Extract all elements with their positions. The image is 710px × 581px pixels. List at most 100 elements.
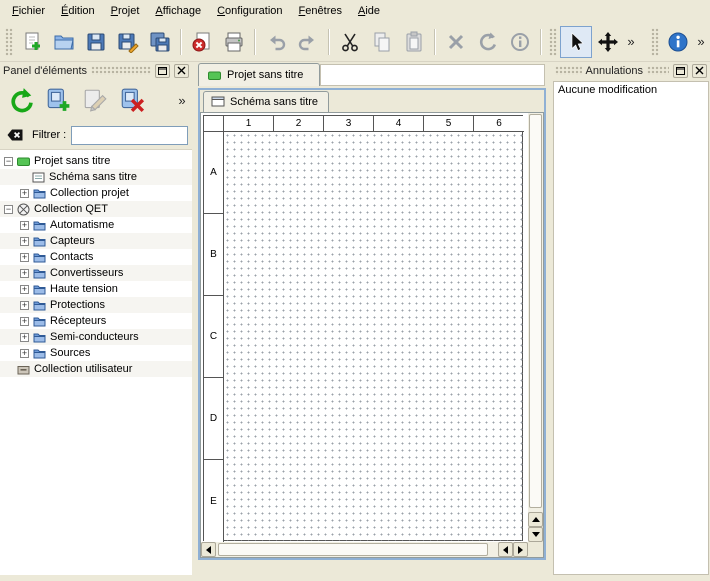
tree-item-contacts[interactable]: Contacts (0, 249, 192, 265)
panel-toolbar-overflow-icon[interactable] (175, 93, 189, 108)
float-dock-button[interactable] (155, 64, 170, 78)
tree-item-automatisme[interactable]: Automatisme (0, 217, 192, 233)
dock-drag-handle[interactable] (91, 66, 151, 75)
toolbar-extension-icon[interactable] (694, 34, 708, 49)
undo-dock-titlebar[interactable]: Annulations (552, 62, 710, 79)
save-as-button[interactable] (112, 26, 144, 58)
tree-item-capteurs[interactable]: Capteurs (0, 233, 192, 249)
tab-schema-sans-titre[interactable]: Schéma sans titre (203, 91, 329, 112)
up-arrow-icon (532, 517, 540, 522)
horizontal-scrollbar[interactable] (201, 542, 528, 557)
expand-expander-icon[interactable] (20, 269, 29, 278)
diagram-grid-canvas[interactable] (224, 132, 523, 541)
mdi-area: Schéma sans titre 1 2 3 4 5 6 (194, 86, 550, 581)
cut-button[interactable] (334, 26, 366, 58)
expand-expander-icon[interactable] (20, 333, 29, 342)
expand-expander-icon[interactable] (20, 237, 29, 246)
menu-configuration[interactable]: Configuration (209, 1, 290, 21)
tree-item-semi-conducteurs[interactable]: Semi-conducteurs (0, 329, 192, 345)
collapse-expander-icon[interactable] (4, 205, 13, 214)
scroll-left-button-2[interactable] (498, 542, 513, 557)
column-header: 4 (374, 116, 424, 132)
elements-tree: Projet sans titre Schéma sans titre Coll… (0, 149, 192, 575)
move-mode-button[interactable] (592, 26, 624, 58)
toolbar-handle[interactable] (5, 28, 13, 56)
tab-projet-sans-titre[interactable]: Projet sans titre (198, 63, 320, 86)
main-toolbar (0, 22, 710, 62)
print-button[interactable] (218, 26, 250, 58)
expand-expander-icon[interactable] (20, 349, 29, 358)
expand-expander-icon[interactable] (20, 285, 29, 294)
expand-expander-icon[interactable] (20, 301, 29, 310)
expand-expander-icon[interactable] (20, 253, 29, 262)
open-file-button[interactable] (48, 26, 80, 58)
tree-item-haute-tension[interactable]: Haute tension (0, 281, 192, 297)
save-all-icon (149, 31, 171, 53)
tree-item-schema-sans-titre[interactable]: Schéma sans titre (0, 169, 192, 185)
project-area: Projet sans titre Schéma sans titre 1 (194, 62, 550, 581)
vertical-scrollbar[interactable] (528, 113, 543, 542)
select-mode-button[interactable] (560, 26, 592, 58)
delete-element-button[interactable] (114, 82, 150, 118)
user-collection-icon (17, 363, 30, 376)
close-dock-button[interactable] (692, 64, 707, 78)
save-button[interactable] (80, 26, 112, 58)
dock-drag-handle[interactable] (647, 66, 669, 75)
tree-item-collection-utilisateur[interactable]: Collection utilisateur (0, 361, 192, 377)
menu-affichage[interactable]: Affichage (147, 1, 209, 21)
tree-item-projet-sans-titre[interactable]: Projet sans titre (0, 153, 192, 169)
reload-collections-button[interactable] (3, 82, 39, 118)
toolbar-handle[interactable] (549, 28, 557, 56)
element-info-icon (509, 31, 531, 53)
open-folder-icon (53, 31, 75, 53)
scroll-down-button[interactable] (528, 527, 543, 542)
expand-expander-icon[interactable] (20, 189, 29, 198)
diagram-view[interactable]: 1 2 3 4 5 6 A B C D E (200, 112, 544, 558)
undo-button (260, 26, 292, 58)
collapse-expander-icon[interactable] (4, 157, 13, 166)
project-tab-bar: Projet sans titre (194, 62, 550, 86)
undo-empty-message: Aucune modification (554, 82, 708, 98)
menu-fichier[interactable]: Fichier (4, 1, 53, 21)
folder-icon (33, 299, 46, 312)
scroll-left-button[interactable] (201, 542, 216, 557)
tree-item-collection-projet[interactable]: Collection projet (0, 185, 192, 201)
schema-icon (211, 96, 225, 108)
menu-fenetres[interactable]: Fenêtres (291, 1, 350, 21)
new-file-button[interactable] (16, 26, 48, 58)
copy-icon (371, 31, 393, 53)
vertical-scrollbar-thumb[interactable] (529, 114, 542, 508)
tree-item-sources[interactable]: Sources (0, 345, 192, 361)
menu-projet[interactable]: Projet (103, 1, 148, 21)
tree-item-protections[interactable]: Protections (0, 297, 192, 313)
tree-item-recepteurs[interactable]: Récepteurs (0, 313, 192, 329)
menu-aide[interactable]: Aide (350, 1, 388, 21)
filter-input[interactable] (71, 126, 188, 145)
tree-item-convertisseurs[interactable]: Convertisseurs (0, 265, 192, 281)
toolbar-handle[interactable] (651, 28, 659, 56)
scroll-up-button[interactable] (528, 512, 543, 527)
save-icon (85, 31, 107, 53)
qet-collection-icon (17, 203, 30, 216)
close-file-button[interactable] (186, 26, 218, 58)
close-dock-button[interactable] (174, 64, 189, 78)
float-dock-button[interactable] (673, 64, 688, 78)
menu-edition[interactable]: Édition (53, 1, 103, 21)
dock-drag-handle[interactable] (555, 66, 582, 75)
undo-history-list[interactable]: Aucune modification (553, 81, 709, 575)
clear-filter-button[interactable] (4, 124, 26, 146)
expand-expander-icon[interactable] (20, 221, 29, 230)
tree-item-collection-qet[interactable]: Collection QET (0, 201, 192, 217)
expand-expander-icon[interactable] (20, 317, 29, 326)
about-button[interactable] (662, 26, 694, 58)
horizontal-scrollbar-thumb[interactable] (218, 543, 488, 556)
menu-bar: Fichier Édition Projet Affichage Configu… (0, 0, 710, 22)
toolbar-separator (180, 29, 182, 55)
float-icon (158, 66, 167, 75)
toolbar-overflow-icon[interactable] (624, 34, 638, 49)
elements-dock-titlebar[interactable]: Panel d'éléments (0, 62, 192, 79)
new-element-button[interactable] (40, 82, 76, 118)
scroll-right-button[interactable] (513, 542, 528, 557)
save-all-button[interactable] (144, 26, 176, 58)
clear-filter-icon (6, 126, 24, 144)
